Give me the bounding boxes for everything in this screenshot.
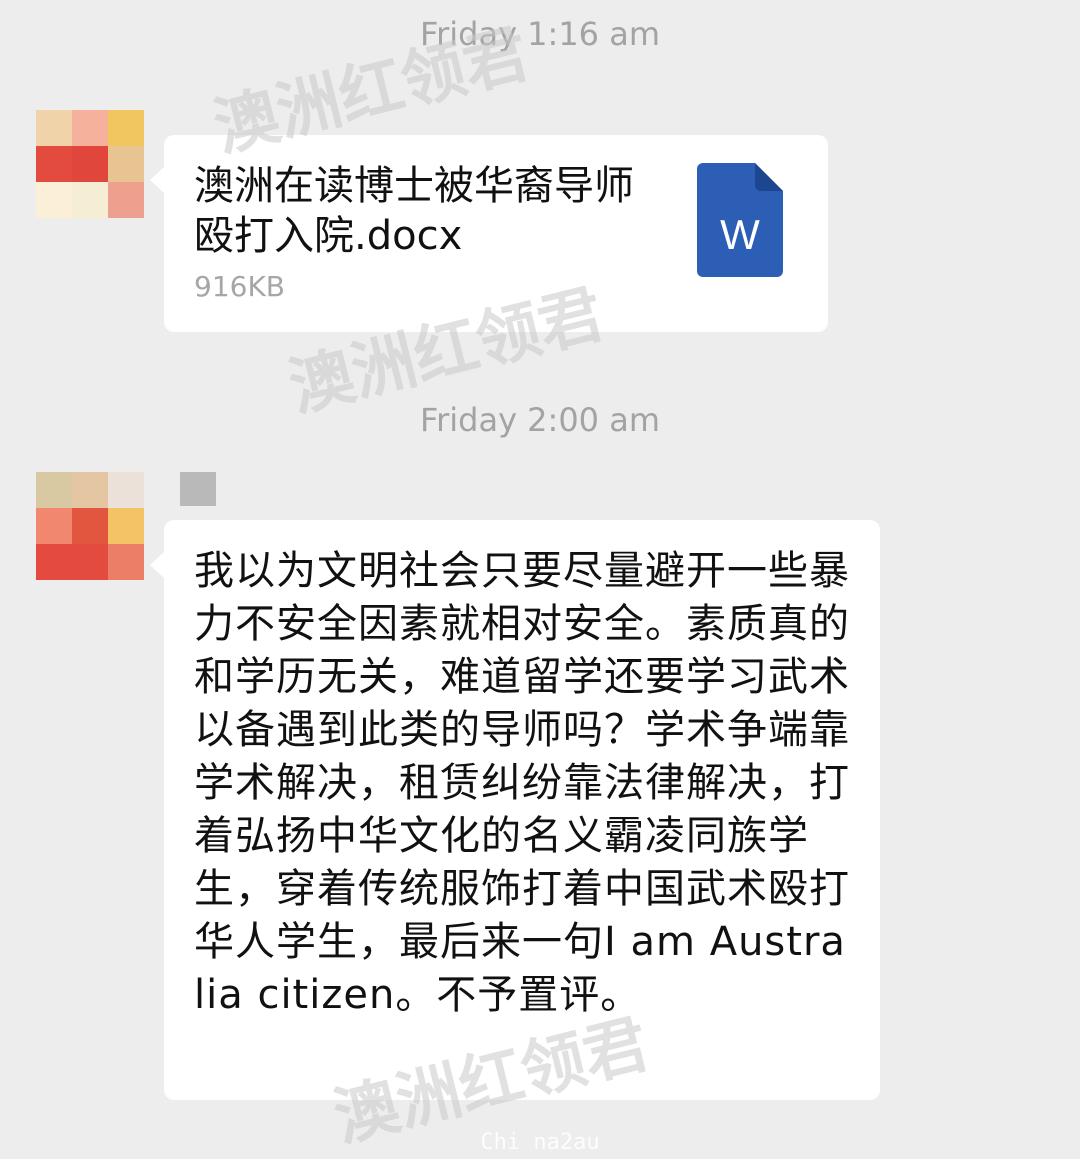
avatar-pixel (72, 472, 108, 508)
avatar-pixel (36, 110, 72, 146)
avatar-pixel (36, 146, 72, 182)
message-timestamp: Friday 2:00 am (420, 401, 660, 439)
avatar-pixel (108, 544, 144, 580)
sender-name-redacted (180, 472, 216, 506)
avatar-pixel (108, 508, 144, 544)
avatar-pixel (36, 182, 72, 218)
word-document-icon: W (697, 163, 783, 277)
avatar-pixel (36, 508, 72, 544)
avatar-pixel (36, 544, 72, 580)
avatar-pixel (108, 146, 144, 182)
avatar-pixel (72, 508, 108, 544)
text-message-bubble[interactable]: 我以为文明社会只要尽量避开一些暴力不安全因素就相对安全。素质真的和学历无关，难道… (150, 520, 880, 1100)
avatar-pixel (72, 110, 108, 146)
message-text: 我以为文明社会只要尽量避开一些暴力不安全因素就相对安全。素质真的和学历无关，难道… (194, 548, 850, 1018)
avatar-pixel (36, 472, 72, 508)
sender-avatar[interactable] (36, 472, 144, 580)
word-icon-label: W (720, 211, 760, 258)
footer-watermark: Chi na2au (480, 1130, 600, 1155)
file-message-bubble[interactable]: 澳洲在读博士被华裔导师殴打入院.docx 916KB W (150, 135, 828, 332)
sender-avatar[interactable] (36, 110, 144, 218)
avatar-pixel (72, 182, 108, 218)
avatar-pixel (108, 110, 144, 146)
message-timestamp: Friday 1:16 am (420, 15, 660, 53)
file-name: 澳洲在读博士被华裔导师殴打入院.docx (194, 163, 634, 259)
avatar-pixel (72, 146, 108, 182)
file-size: 916KB (194, 270, 286, 303)
avatar-pixel (108, 182, 144, 218)
avatar-pixel (108, 472, 144, 508)
avatar-pixel (72, 544, 108, 580)
